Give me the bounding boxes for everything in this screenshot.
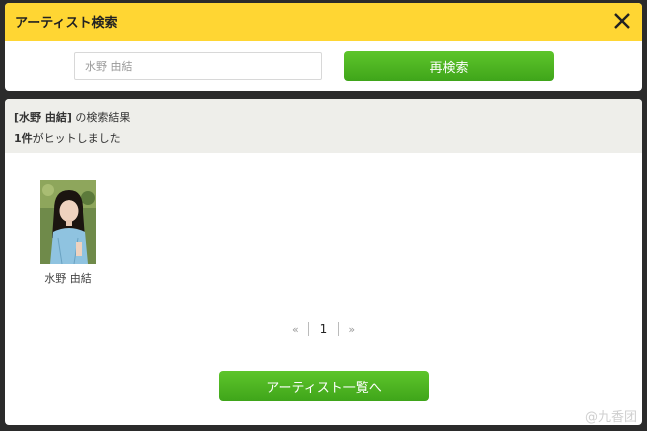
research-button[interactable]: 再検索 xyxy=(344,51,554,81)
hit-count-suffix: がヒットしました xyxy=(32,132,121,145)
results-summary: [水野 由結] の検索結果 xyxy=(14,109,130,125)
search-keyword: [水野 由結] xyxy=(14,111,72,124)
search-input[interactable] xyxy=(74,52,322,80)
pagination-next[interactable]: » xyxy=(348,323,355,336)
close-icon[interactable] xyxy=(612,11,632,31)
dialog-header: アーティスト検索 xyxy=(5,3,642,41)
hit-count-number: 1件 xyxy=(14,132,33,145)
artist-card[interactable]: 水野 由結 xyxy=(33,180,103,286)
artist-name[interactable]: 水野 由結 xyxy=(33,270,103,286)
keyword-suffix: の検索結果 xyxy=(71,111,131,124)
pagination-divider xyxy=(337,322,339,336)
results-header: [水野 由結] の検索結果 1件がヒットしました xyxy=(5,99,642,153)
pagination-prev[interactable]: « xyxy=(292,323,299,336)
results-panel: [水野 由結] の検索結果 1件がヒットしました 水野 由結 « 1 » アーテ… xyxy=(5,99,642,425)
search-dialog-top: アーティスト検索 再検索 xyxy=(5,3,642,91)
watermark: @九香团 xyxy=(584,410,637,425)
artist-list-button[interactable]: アーティスト一覧へ xyxy=(219,371,429,401)
search-row: 再検索 xyxy=(5,41,642,91)
pagination-page-1[interactable]: 1 xyxy=(320,322,328,336)
pagination-divider xyxy=(308,322,310,336)
artist-photo[interactable] xyxy=(40,180,96,264)
pagination: « 1 » xyxy=(5,322,642,336)
dialog-title: アーティスト検索 xyxy=(15,16,118,31)
hit-count: 1件がヒットしました xyxy=(14,130,121,146)
